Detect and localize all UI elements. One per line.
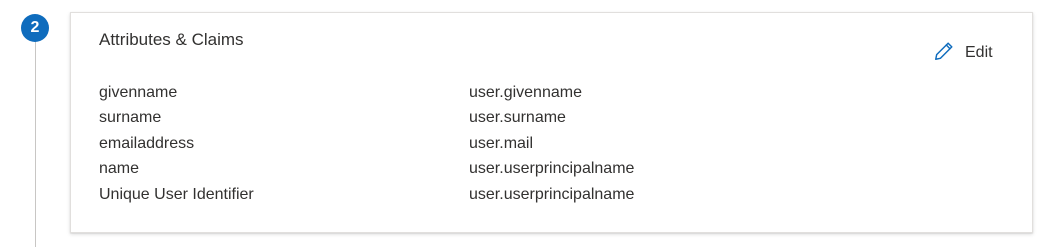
claim-name: givenname bbox=[99, 83, 178, 101]
list-item: givenname user.givenname bbox=[99, 80, 799, 106]
saml-config-step: 2 Attributes & Claims Edit givenname use… bbox=[0, 0, 1063, 247]
edit-button[interactable]: Edit bbox=[933, 40, 993, 66]
claim-value: user.userprincipalname bbox=[469, 185, 635, 203]
claim-value: user.givenname bbox=[469, 83, 582, 101]
step-connector-line bbox=[35, 40, 36, 247]
list-item: Unique User Identifier user.userprincipa… bbox=[99, 182, 799, 208]
list-item: surname user.surname bbox=[99, 106, 799, 132]
claim-value: user.surname bbox=[469, 109, 566, 127]
step-number-badge: 2 bbox=[21, 14, 49, 42]
section-title: Attributes & Claims bbox=[99, 30, 244, 49]
list-item: emailaddress user.mail bbox=[99, 131, 799, 157]
claim-name: surname bbox=[99, 109, 162, 127]
claim-value: user.userprincipalname bbox=[469, 160, 635, 178]
claims-list: givenname user.givenname surname user.su… bbox=[99, 80, 799, 208]
claim-name: emailaddress bbox=[99, 134, 195, 152]
pencil-icon bbox=[933, 40, 965, 67]
list-item: name user.userprincipalname bbox=[99, 157, 799, 183]
claim-name: Unique User Identifier bbox=[99, 185, 254, 203]
claim-name: name bbox=[99, 160, 140, 178]
claim-value: user.mail bbox=[469, 134, 534, 152]
attributes-claims-card: Attributes & Claims Edit givenname user.… bbox=[70, 12, 1033, 233]
edit-label: Edit bbox=[965, 44, 993, 61]
